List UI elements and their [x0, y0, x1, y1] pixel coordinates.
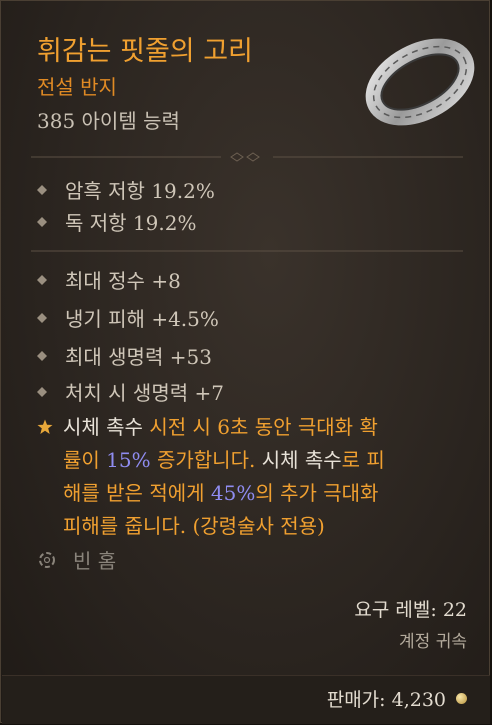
socket-label: 빈 홈	[73, 549, 117, 573]
divider	[31, 152, 463, 162]
skill-name: 시체 촉수	[261, 448, 342, 472]
legendary-fragment: 의 추가 극대화	[255, 481, 379, 505]
item-tooltip: 휘감는 핏줄의 고리 전설 반지 385 아이템 능력 암흑 저항 19.2%	[0, 0, 490, 724]
item-name: 휘감는 핏줄의 고리	[37, 36, 253, 67]
star-icon	[37, 419, 53, 434]
legendary-fragment: 률이	[63, 448, 107, 472]
implicit-row: 암흑 저항 19.2%	[37, 175, 215, 204]
value-highlight: 15%	[106, 448, 151, 472]
legendary-fragment: 시전 시 6초 동안 극대화 확	[142, 415, 378, 439]
legendary-fragment: 증가합니다.	[150, 448, 262, 472]
divider	[31, 250, 463, 252]
legendary-fragment: 로 피	[341, 448, 385, 472]
legendary-aspect: 시체 촉수 시전 시 6초 동안 극대화 확 률이 15% 증가합니다. 시체 …	[37, 411, 477, 543]
affix-row: 최대 정수 +8	[37, 265, 181, 294]
binding-status: 계정 귀속	[399, 632, 467, 652]
implicit-row: 독 저항 19.2%	[37, 207, 196, 236]
gold-coin-icon	[456, 693, 467, 704]
diamond-bullet-icon	[37, 350, 47, 361]
affix-row: 냉기 피해 +4.5%	[37, 303, 219, 332]
item-rarity: 전설 반지	[37, 75, 117, 99]
affix-label: 냉기 피해 +4.5%	[65, 307, 219, 331]
affix-label: 처치 시 생명력 +7	[65, 381, 224, 405]
sell-price-label: 판매가: 4,230	[326, 689, 446, 711]
implicit-label: 암흑 저항 19.2%	[65, 179, 215, 203]
legendary-fragment: 피해를 줍니다. (강령술사 전용)	[63, 514, 325, 538]
affix-label: 최대 생명력 +53	[65, 345, 212, 369]
required-level: 요구 레벨: 22	[354, 599, 467, 621]
sell-price: 판매가: 4,230	[327, 685, 467, 712]
affix-row: 최대 생명력 +53	[37, 341, 212, 370]
affix-row: 처치 시 생명력 +7	[37, 377, 224, 406]
diamond-bullet-icon	[37, 274, 47, 285]
implicit-label: 독 저항 19.2%	[65, 211, 197, 235]
diamond-bullet-icon	[37, 386, 47, 397]
value-highlight: 45%	[210, 481, 256, 505]
empty-socket: 빈 홈	[37, 545, 116, 574]
skill-name: 시체 촉수	[63, 415, 143, 439]
legendary-fragment: 해를 받은 적에게	[63, 481, 211, 505]
affix-label: 최대 정수 +8	[65, 269, 181, 293]
item-power: 385 아이템 능력	[37, 109, 180, 133]
diamond-bullet-icon	[37, 216, 47, 227]
diamond-bullet-icon	[37, 184, 47, 195]
empty-socket-icon	[39, 551, 55, 568]
diamond-bullet-icon	[37, 312, 47, 323]
ring-icon	[365, 38, 475, 126]
legendary-text: 시체 촉수 시전 시 6초 동안 극대화 확 률이 15% 증가합니다. 시체 …	[63, 411, 477, 543]
